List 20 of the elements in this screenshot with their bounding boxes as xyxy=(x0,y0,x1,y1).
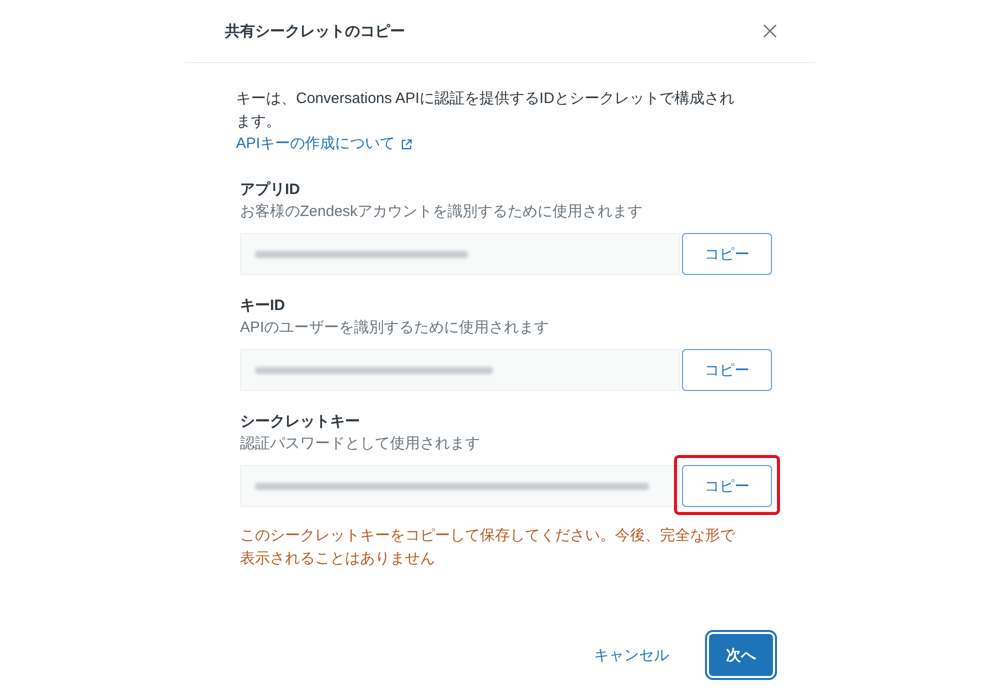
field-label: シークレットキー xyxy=(240,412,360,432)
copy-button[interactable]: コピー xyxy=(682,465,772,507)
input-field[interactable] xyxy=(240,349,680,391)
field-hint: 認証パスワードとして使用されます xyxy=(240,434,480,454)
intro-text: キーは、Conversations APIに認証を提供するIDとシークレットで構成されます。 xyxy=(236,89,736,132)
copy-button[interactable]: コピー xyxy=(682,233,772,275)
field-label: アプリID xyxy=(240,180,300,200)
dialog-title: 共有シークレットのコピー xyxy=(225,22,405,40)
field-label: キーID xyxy=(240,296,285,316)
field-hint: APIのユーザーを識別するために使用されます xyxy=(240,318,550,338)
external-link-icon xyxy=(401,138,412,150)
input-field[interactable] xyxy=(240,233,680,275)
field-hint: お客様のZendeskアカウントを識別するために使用されます xyxy=(240,202,643,222)
input-field[interactable] xyxy=(240,465,680,507)
next-button[interactable]: 次へ xyxy=(709,634,773,676)
close-icon[interactable] xyxy=(763,24,777,38)
warning-text: このシークレットキーをコピーして保存してください。今後、完全な形で表示されることはありません xyxy=(240,526,736,569)
copy-button[interactable]: コピー xyxy=(682,349,772,391)
help-link[interactable]: APIキーの作成について xyxy=(236,133,412,155)
cancel-button[interactable]: キャンセル xyxy=(594,646,669,664)
